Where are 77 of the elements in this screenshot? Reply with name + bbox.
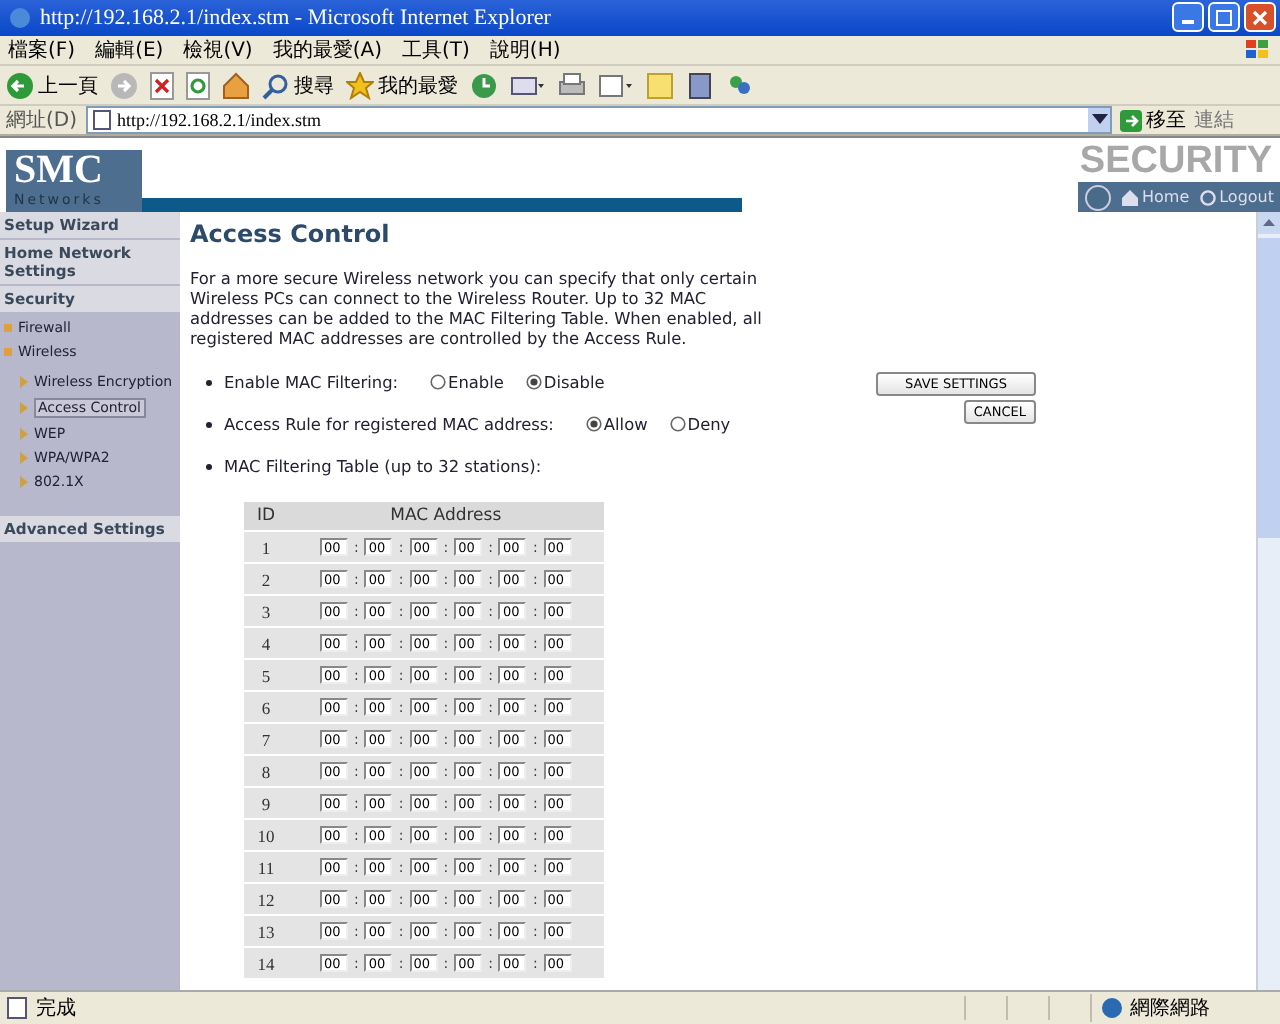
bullet-icon <box>206 463 212 470</box>
arrow-bullet-icon <box>20 476 28 489</box>
house-icon <box>1121 189 1138 206</box>
close-button[interactable] <box>1244 2 1276 33</box>
status-text: 完成 <box>0 994 960 1023</box>
bullet-icon <box>4 348 12 357</box>
bullet-icon <box>206 379 212 386</box>
radio-circle-icon <box>430 374 447 391</box>
home-link[interactable]: Home <box>1121 188 1190 207</box>
radio-circle-icon <box>585 416 602 433</box>
table-cell: 1 <box>244 532 288 563</box>
go-arrow-icon <box>1120 109 1142 132</box>
table-cell: 8 <box>244 756 288 787</box>
search-button[interactable]: 搜尋 <box>262 71 334 100</box>
radio-button[interactable]: Enable <box>430 372 504 393</box>
dropdown-button[interactable] <box>1088 108 1110 133</box>
option-label: Access Rule for registered MAC address: <box>224 414 554 435</box>
table-cell: 11 <box>244 852 288 883</box>
page-heading: Access Control <box>190 220 392 249</box>
table-cell: 2 <box>244 564 288 595</box>
star-icon <box>346 71 374 100</box>
address-label: 網址(D) <box>6 107 78 135</box>
internet-zone: 網際網路 <box>1090 994 1280 1023</box>
table-cell: 7 <box>244 724 288 755</box>
back-button[interactable]: 上一頁 <box>6 71 98 100</box>
page-icon <box>6 996 30 1021</box>
menu-item[interactable]: 檔案(F) <box>8 35 76 64</box>
menu-item[interactable]: 編輯(E) <box>95 35 164 64</box>
close-icon <box>1252 9 1268 26</box>
arrow-bullet-icon <box>20 452 28 465</box>
scrollbar[interactable] <box>1256 212 1280 991</box>
print-icon[interactable] <box>558 71 586 100</box>
menu-item[interactable]: 檢視(V) <box>183 35 253 64</box>
table-cell: 13 <box>244 916 288 947</box>
table-cell: 12 <box>244 884 288 915</box>
dropdown-arrow-icon <box>1091 114 1107 127</box>
section-title: SECURITY <box>1079 142 1274 183</box>
table-cell: 3 <box>244 596 288 627</box>
description-text: For a more secure Wireless network you can specify that only certain Wireless PCs can connect to the Wireless Router. Up to 32 MAC addresses can be added to the MAC Filtering Table. When enabled, all registered MAC addresses are controlled by the Access Rule. <box>190 268 764 349</box>
favorites-button[interactable]: 我的最愛 <box>346 71 458 100</box>
radio-button[interactable]: Deny <box>669 414 731 435</box>
radio-button[interactable]: Allow <box>585 414 648 435</box>
menu-item[interactable]: 工具(T) <box>402 35 470 64</box>
column-header: ID <box>244 502 288 531</box>
table-cell: 10 <box>244 820 288 851</box>
logout-link[interactable]: Logout <box>1199 188 1274 207</box>
address-field[interactable]: http://192.168.2.1/index.stm <box>85 106 1112 135</box>
home-icon[interactable] <box>222 71 250 100</box>
radio-circle-icon <box>669 416 686 433</box>
windows-logo-icon <box>1244 37 1272 62</box>
page-icon <box>91 110 112 131</box>
menu-item[interactable]: 說明(H) <box>489 35 561 64</box>
minimize-button[interactable] <box>1172 2 1204 33</box>
table-cell: 14 <box>244 948 288 979</box>
bullet-icon <box>4 324 12 333</box>
bullet-icon <box>206 421 212 428</box>
menu-item[interactable]: 我的最愛(A) <box>272 35 382 64</box>
links-button[interactable]: 連結 <box>1194 106 1234 135</box>
table-cell: 4 <box>244 628 288 659</box>
option-label: Enable MAC Filtering: <box>224 372 399 393</box>
arrow-bullet-icon <box>20 428 28 441</box>
table-cell: 9 <box>244 788 288 819</box>
history-icon[interactable] <box>470 71 498 100</box>
maximize-icon <box>1216 9 1232 26</box>
arrow-bullet-icon <box>20 376 28 389</box>
table-cell: 5 <box>244 660 288 691</box>
go-button[interactable]: 移至 <box>1120 106 1186 135</box>
stop-icon[interactable] <box>150 71 174 100</box>
column-header: MAC Address <box>288 502 604 531</box>
table-cell: 6 <box>244 692 288 723</box>
maximize-button[interactable] <box>1208 2 1240 33</box>
search-icon <box>262 71 290 100</box>
radio-circle-icon <box>525 374 542 391</box>
window-title: http://192.168.2.1/index.stm - Microsoft Internet Explorer <box>40 5 553 30</box>
minimize-icon <box>1182 20 1194 25</box>
radio-button[interactable]: Disable <box>525 372 605 393</box>
option-label: MAC Filtering Table (up to 32 stations): <box>224 456 542 477</box>
